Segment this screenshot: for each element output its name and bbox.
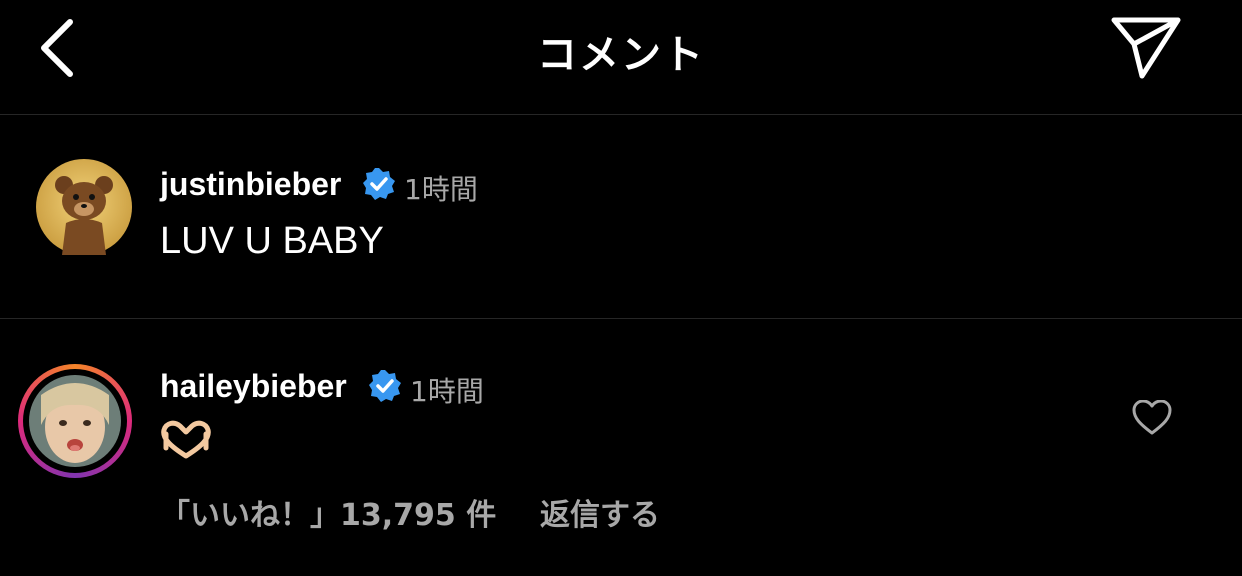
share-button[interactable]: [1106, 14, 1186, 84]
comment-divider: [0, 318, 1242, 319]
username[interactable]: justinbieber: [160, 166, 341, 203]
paper-plane-icon: [1111, 17, 1181, 79]
teddy-bear-avatar: [36, 159, 132, 255]
avatar[interactable]: [36, 159, 132, 255]
page-title: コメント: [537, 32, 705, 78]
header-divider: [0, 114, 1242, 115]
comment-time: 1時間: [404, 173, 478, 206]
comment-time: 1時間: [410, 375, 484, 408]
like-count[interactable]: 「いいね！」13,795 件: [160, 490, 496, 534]
story-ring[interactable]: [18, 364, 132, 478]
heart-icon: [1132, 399, 1172, 435]
heart-hands-icon: [161, 420, 211, 459]
verified-badge-icon: [363, 168, 395, 200]
comment-text: LUV U BABY: [160, 220, 384, 262]
reply-button[interactable]: 返信する: [540, 490, 660, 534]
header-bar: コメント: [0, 0, 1242, 114]
like-button[interactable]: [1132, 399, 1172, 436]
verified-badge-icon: [369, 370, 401, 402]
child-photo-avatar: [29, 375, 121, 467]
heart-hands-emoji: [160, 420, 212, 469]
username[interactable]: haileybieber: [160, 368, 347, 405]
